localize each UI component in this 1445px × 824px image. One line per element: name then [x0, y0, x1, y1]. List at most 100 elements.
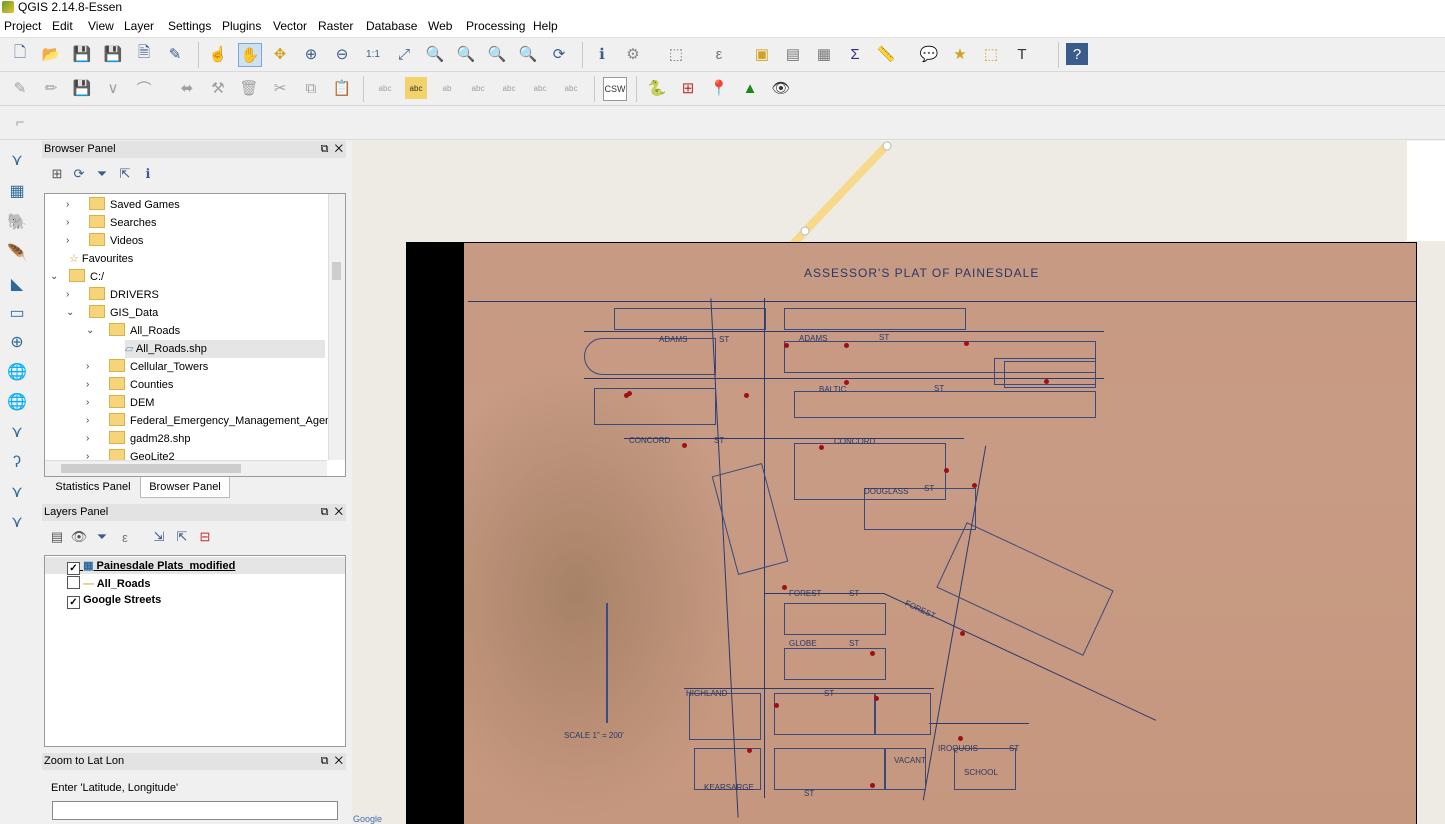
- cut-features-icon[interactable]: ✂: [269, 77, 291, 99]
- tree-item[interactable]: ⌄ C:/: [49, 268, 104, 286]
- zoom-out-icon[interactable]: ⊖: [331, 43, 353, 65]
- menu-raster[interactable]: Raster: [318, 19, 353, 33]
- expand-all-icon[interactable]: ⇲: [148, 526, 170, 548]
- tree-item[interactable]: › Saved Games: [66, 196, 180, 214]
- tab-browser-panel[interactable]: Browser Panel: [140, 477, 230, 498]
- add-oracle-layer-icon[interactable]: ⊕: [6, 331, 28, 353]
- add-virtual-layer-icon[interactable]: ⋎: [6, 481, 28, 503]
- composer-manager-icon[interactable]: ✎: [164, 43, 186, 65]
- menu-settings[interactable]: Settings: [168, 19, 211, 33]
- measure-line-icon[interactable]: 📏: [875, 43, 897, 65]
- node-tool-icon[interactable]: ⚒: [207, 77, 229, 99]
- open-layer-styling-icon[interactable]: ▤: [46, 526, 68, 548]
- map-tips-icon[interactable]: 💬: [918, 43, 940, 65]
- add-selected-layers-icon[interactable]: ⊞: [46, 163, 68, 185]
- new-bookmark-icon[interactable]: ★: [949, 43, 971, 65]
- python-console-icon[interactable]: 🐍: [646, 77, 668, 99]
- tree-item[interactable]: › DRIVERS: [66, 286, 159, 304]
- float-panel-icon[interactable]: ⧉: [321, 506, 329, 518]
- rotate-label-icon[interactable]: abc: [529, 77, 551, 99]
- tree-item[interactable]: ⌄ GIS_Data: [66, 304, 158, 322]
- menu-plugins[interactable]: Plugins: [222, 19, 261, 33]
- add-db2-layer-icon[interactable]: ▭: [6, 302, 28, 324]
- select-by-expression-icon[interactable]: ε: [708, 43, 730, 65]
- add-wfs-layer-icon[interactable]: ⋎: [6, 421, 28, 443]
- add-spatialite-layer-icon[interactable]: 🪶: [6, 242, 28, 264]
- label-toolbar-icon[interactable]: abc: [374, 77, 396, 99]
- scrollbar-thumb[interactable]: [61, 464, 241, 473]
- change-label-icon[interactable]: abc: [560, 77, 582, 99]
- paste-features-icon[interactable]: 📋: [331, 77, 353, 99]
- add-feature-icon[interactable]: ∨: [102, 77, 124, 99]
- add-circular-string-icon[interactable]: ⌒: [133, 77, 155, 99]
- float-panel-icon[interactable]: ⧉: [321, 143, 329, 155]
- open-attribute-table-icon[interactable]: ▤: [782, 43, 804, 65]
- properties-icon[interactable]: ℹ: [137, 163, 159, 185]
- tree-item[interactable]: › Videos: [66, 232, 143, 250]
- manage-map-themes-icon[interactable]: 👁: [68, 526, 90, 548]
- collapse-all-icon[interactable]: ⇱: [171, 526, 193, 548]
- show-bookmarks-icon[interactable]: ⬚: [980, 43, 1002, 65]
- open-field-calculator-icon[interactable]: ▦: [813, 43, 835, 65]
- tree-item[interactable]: › Cellular_Towers: [86, 358, 208, 376]
- save-layer-edits-icon[interactable]: 💾: [71, 77, 93, 99]
- latlon-input[interactable]: [52, 801, 338, 820]
- filter-legend-icon[interactable]: ⏷: [91, 526, 113, 548]
- touch-zoom-icon[interactable]: ☝: [207, 43, 229, 65]
- move-feature-icon[interactable]: ⬌: [176, 77, 198, 99]
- menu-processing[interactable]: Processing: [466, 19, 525, 33]
- filter-by-expression-icon[interactable]: ε: [114, 526, 136, 548]
- select-features-icon[interactable]: ⬚: [665, 43, 687, 65]
- menu-help[interactable]: Help: [533, 19, 558, 33]
- tree-item[interactable]: › DEM: [86, 394, 154, 412]
- show-statistical-summary-icon[interactable]: Σ: [844, 43, 866, 65]
- profile-tool-icon[interactable]: ▲: [739, 77, 761, 99]
- collapse-all-icon[interactable]: ⇱: [114, 163, 136, 185]
- close-panel-icon[interactable]: ✕: [335, 506, 343, 518]
- open-project-icon[interactable]: 📂: [40, 43, 62, 65]
- menu-vector[interactable]: Vector: [273, 19, 307, 33]
- zoom-next-icon[interactable]: 🔍: [517, 43, 539, 65]
- add-delimited-text-icon[interactable]: ʔ: [6, 452, 28, 474]
- layer-item[interactable]: ✓ ▦ Painesdale Plats_modified: [67, 557, 235, 575]
- menu-view[interactable]: View: [88, 19, 114, 33]
- tree-item[interactable]: ☆ Favourites: [69, 250, 133, 268]
- zoom-last-icon[interactable]: 🔍: [486, 43, 508, 65]
- new-print-composer-icon[interactable]: 🗎: [133, 43, 155, 65]
- scrollbar-thumb[interactable]: [332, 262, 341, 280]
- zoom-to-selection-icon[interactable]: 🔍: [424, 43, 446, 65]
- menu-database[interactable]: Database: [366, 19, 417, 33]
- remove-layer-icon[interactable]: ⊟: [194, 526, 216, 548]
- help-contents-icon[interactable]: ?: [1066, 43, 1088, 65]
- advanced-digitizing-icon[interactable]: ⌐: [9, 111, 31, 133]
- highlight-labels-icon[interactable]: abc: [405, 77, 427, 99]
- georeferencer-icon[interactable]: ⊞: [677, 77, 699, 99]
- deselect-features-icon[interactable]: ▣: [751, 43, 773, 65]
- new-shapefile-layer-icon[interactable]: ⋎: [6, 511, 28, 533]
- add-postgis-layer-icon[interactable]: 🐘: [6, 211, 28, 233]
- menu-edit[interactable]: Edit: [52, 19, 73, 33]
- csw-button[interactable]: CSW: [603, 77, 627, 101]
- vertical-scrollbar[interactable]: [328, 194, 345, 460]
- refresh-browser-icon[interactable]: ⟳: [68, 163, 90, 185]
- current-edits-icon[interactable]: ✎: [9, 77, 31, 99]
- zoom-native-icon[interactable]: 1:1: [362, 43, 384, 65]
- add-wcs-layer-icon[interactable]: 🌐: [6, 391, 28, 413]
- close-panel-icon[interactable]: ✕: [335, 755, 343, 767]
- tree-item[interactable]: › gadm28.shp: [86, 430, 191, 448]
- pan-to-selection-icon[interactable]: ✥: [269, 43, 291, 65]
- add-mssql-layer-icon[interactable]: ◣: [6, 273, 28, 295]
- tree-item[interactable]: › Federal_Emergency_Management_Agenc: [86, 412, 337, 430]
- show-hide-labels-icon[interactable]: abc: [467, 77, 489, 99]
- zoom-in-icon[interactable]: ⊕: [300, 43, 322, 65]
- run-feature-action-icon[interactable]: ⚙: [622, 43, 644, 65]
- refresh-icon[interactable]: ⟳: [548, 43, 570, 65]
- zoom-full-icon[interactable]: ⤢: [393, 43, 415, 65]
- move-label-icon[interactable]: abc: [498, 77, 520, 99]
- pin-labels-icon[interactable]: ab: [436, 77, 458, 99]
- new-project-icon[interactable]: 🗋: [9, 43, 31, 65]
- quickmapservices-icon[interactable]: 📍: [708, 77, 730, 99]
- text-annotation-icon[interactable]: T: [1011, 43, 1033, 65]
- identify-features-icon[interactable]: ℹ: [591, 43, 613, 65]
- add-wms-layer-icon[interactable]: 🌐: [6, 361, 28, 383]
